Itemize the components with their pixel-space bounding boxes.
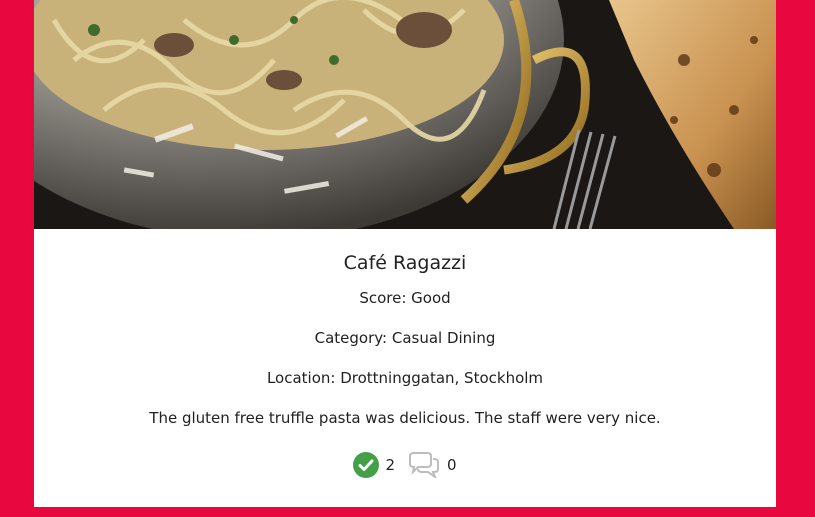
review-photo: [34, 0, 776, 229]
review-category: Category: Casual Dining: [314, 329, 496, 347]
approve-count: 2: [385, 456, 395, 474]
review-location: Location: Drottninggatan, Stockholm: [266, 369, 544, 387]
restaurant-name: Café Ragazzi: [343, 252, 467, 274]
review-actions: 2 0: [34, 451, 776, 479]
review-score: Score: Good: [359, 289, 451, 307]
comments-icon[interactable]: [407, 452, 441, 478]
comment-count: 0: [447, 456, 457, 474]
review-card: Café Ragazzi Score: Good Category: Casua…: [34, 0, 776, 507]
check-circle-icon[interactable]: [353, 452, 380, 478]
review-body: The gluten free truffle pasta was delici…: [149, 409, 661, 427]
